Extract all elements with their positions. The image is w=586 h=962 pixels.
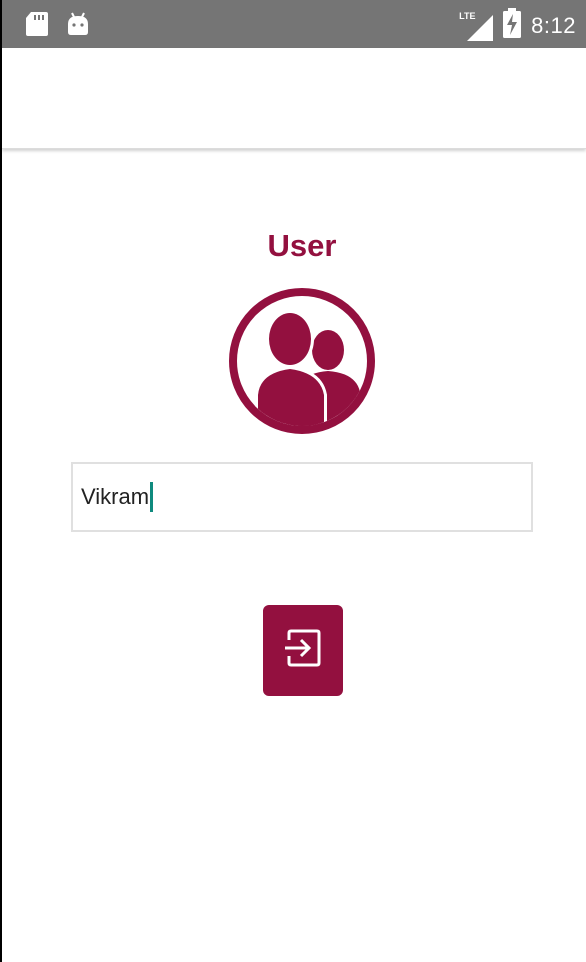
lte-signal-icon: LTE [459,11,494,41]
user-group-icon [228,287,376,435]
username-input[interactable]: Vikram [71,462,533,532]
text-cursor [150,482,154,512]
clock: 8:12 [531,12,576,38]
login-panel: User Vikram [2,150,586,962]
system-icons: LTE 8:12 [459,8,576,43]
login-arrow-icon [281,626,325,675]
sd-card-icon [26,12,48,41]
phone-screen: LTE 8:12 User Vikram [0,0,586,962]
battery-charging-icon [503,8,522,43]
notification-icons [26,12,90,41]
page-title: User [267,228,337,263]
status-bar: LTE 8:12 [2,0,586,48]
login-button[interactable] [263,605,343,696]
android-icon [66,12,90,41]
username-input-value: Vikram [81,484,150,509]
app-bar [2,48,586,149]
